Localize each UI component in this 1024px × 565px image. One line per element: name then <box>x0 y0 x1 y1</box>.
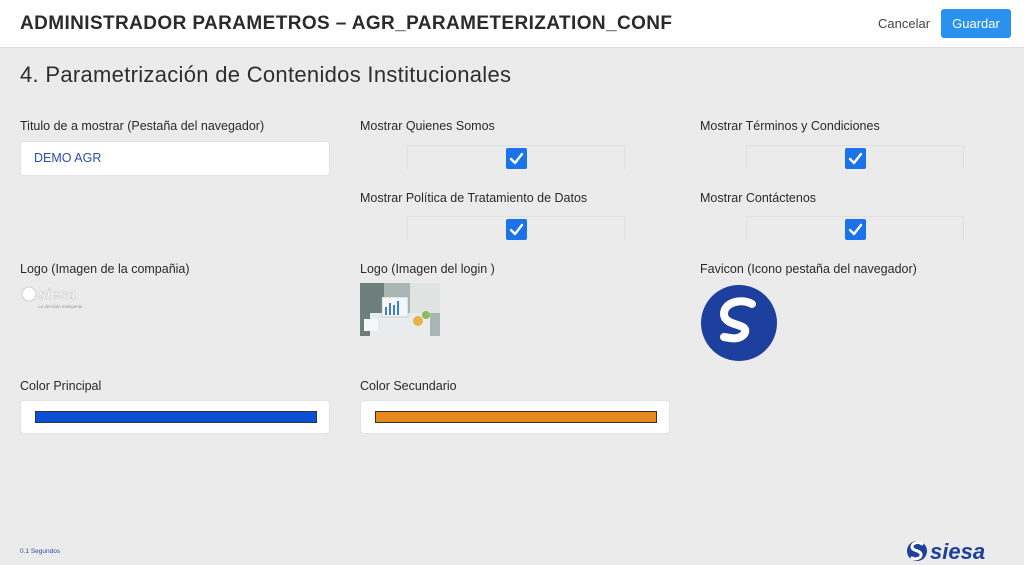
save-button[interactable]: Guardar <box>941 9 1011 38</box>
siesa-favicon-icon <box>701 285 777 361</box>
show-contact-checkbox[interactable] <box>845 219 866 240</box>
footer-siesa-logo: siesa <box>906 538 1014 564</box>
company-logo-wordmark: siesa <box>38 286 76 303</box>
primary-color-picker[interactable] <box>20 400 330 434</box>
secondary-color-swatch <box>375 411 657 423</box>
browser-title-label: Titulo de a mostrar (Pestaña del navegad… <box>20 119 265 133</box>
top-bar: ADMINISTRADOR PARAMETROS – AGR_PARAMETER… <box>0 0 1024 48</box>
show-privacy-checkbox-field <box>407 216 625 240</box>
favicon-label: Favicon (Icono pestaña del navegador) <box>700 262 917 276</box>
show-terms-checkbox-field <box>746 145 964 169</box>
show-contact-checkbox-field <box>746 216 964 240</box>
checkmark-icon <box>848 223 863 236</box>
show-about-checkbox-field <box>407 145 625 169</box>
cancel-button[interactable]: Cancelar <box>872 10 936 38</box>
load-time-text: 0.1 Segundos <box>20 548 61 555</box>
show-about-checkbox[interactable] <box>506 148 527 169</box>
show-privacy-label: Mostrar Política de Tratamiento de Datos <box>360 191 588 205</box>
secondary-color-label: Color Secundario <box>360 379 457 393</box>
show-contact-label: Mostrar Contáctenos <box>700 191 817 205</box>
company-logo-image[interactable]: siesa La decisión inteligente <box>20 284 110 314</box>
secondary-color-picker[interactable] <box>360 400 670 434</box>
checkmark-icon <box>848 152 863 165</box>
show-about-label: Mostrar Quienes Somos <box>360 119 495 133</box>
checkmark-icon <box>509 223 524 236</box>
primary-color-label: Color Principal <box>20 379 102 393</box>
company-logo-tagline: La decisión inteligente <box>38 304 83 309</box>
section-title: 4. Parametrización de Contenidos Institu… <box>20 62 512 87</box>
company-logo-label: Logo (Imagen de la compañia) <box>20 262 190 276</box>
checkmark-icon <box>509 152 524 165</box>
show-terms-label: Mostrar Términos y Condiciones <box>700 119 880 133</box>
favicon-image[interactable] <box>700 284 778 362</box>
app-title: ADMINISTRADOR PARAMETROS – AGR_PARAMETER… <box>20 13 673 34</box>
browser-title-input[interactable]: DEMO AGR <box>20 141 330 176</box>
login-logo-label: Logo (Imagen del login ) <box>360 262 495 276</box>
primary-color-swatch <box>35 411 317 423</box>
login-image[interactable] <box>360 283 440 336</box>
footer-logo-wordmark: siesa <box>930 539 985 564</box>
show-privacy-checkbox[interactable] <box>506 219 527 240</box>
show-terms-checkbox[interactable] <box>845 148 866 169</box>
